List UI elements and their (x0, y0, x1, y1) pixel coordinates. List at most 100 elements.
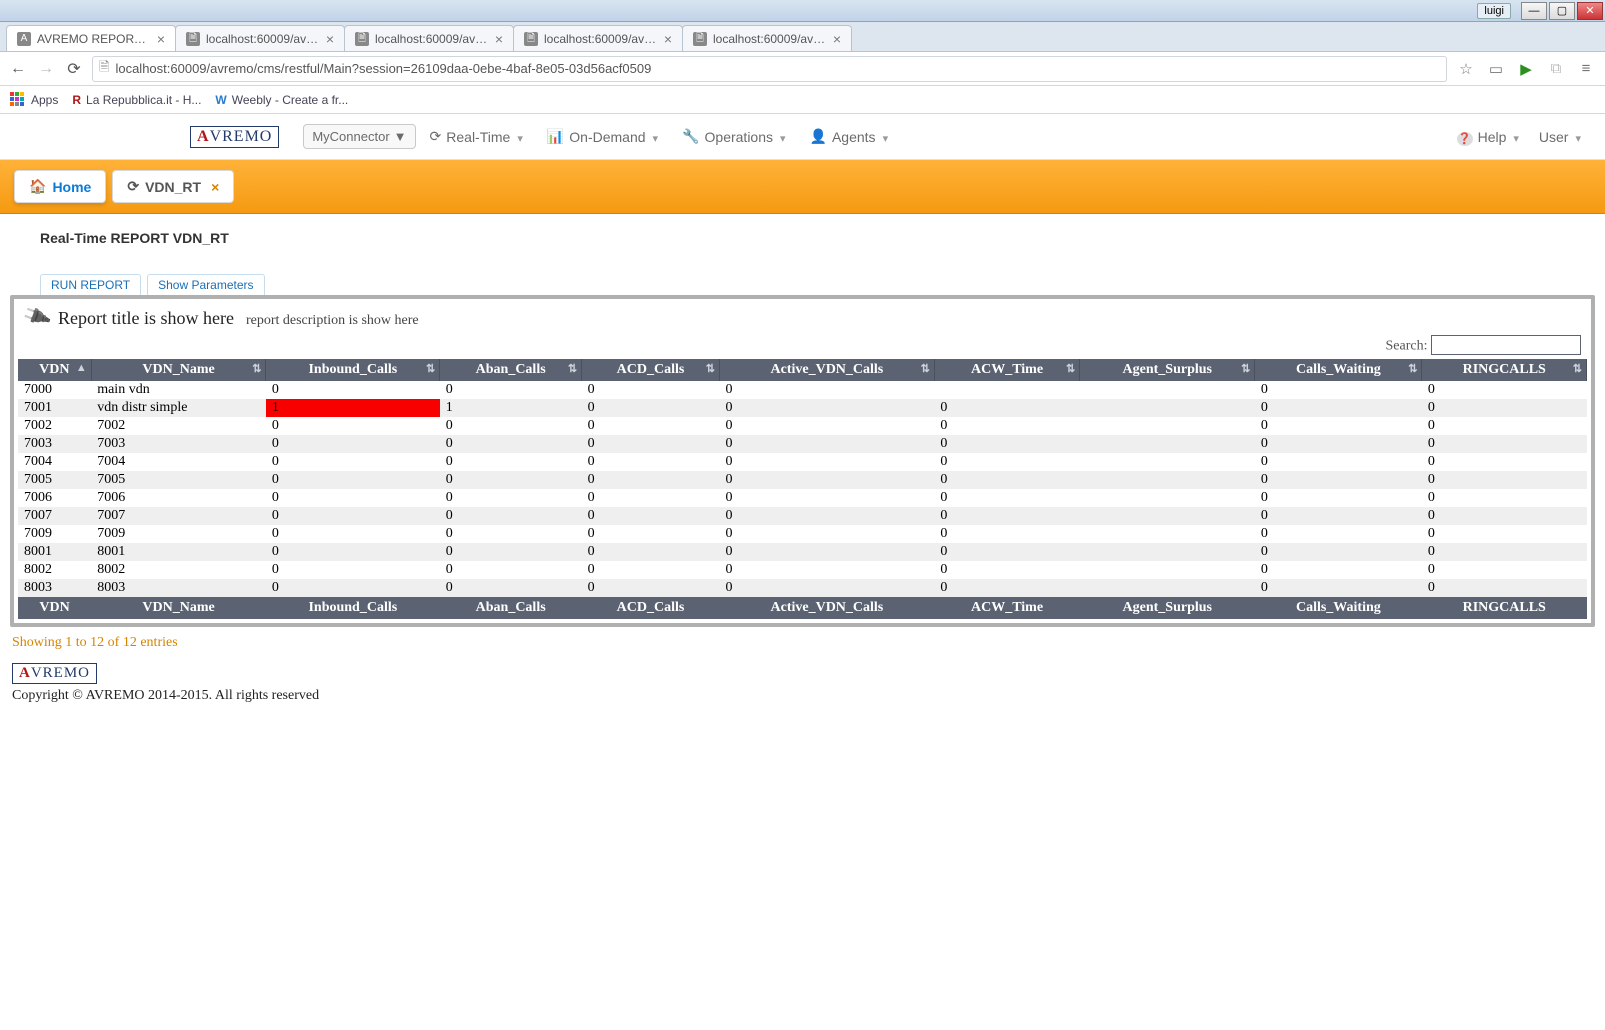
column-header[interactable]: Agent_Surplus (1080, 359, 1255, 381)
extension-icon[interactable]: ⧉ (1545, 60, 1567, 77)
table-row[interactable]: 800280020000000 (18, 561, 1587, 579)
window-close-button[interactable]: ✕ (1577, 2, 1603, 20)
table-cell (1080, 561, 1255, 579)
browser-tab[interactable]: 🗎localhost:60009/avremo/c× (513, 25, 683, 51)
bookmark-label: La Repubblica.it - H... (86, 93, 201, 107)
column-header[interactable]: ACD_Calls (582, 359, 720, 381)
column-header[interactable]: Calls_Waiting (1255, 359, 1422, 381)
bookmark-repubblica[interactable]: R La Repubblica.it - H... (72, 93, 201, 107)
nav-agents[interactable]: Agents (800, 122, 899, 151)
table-cell: 7000 (18, 381, 91, 399)
table-cell: 0 (582, 507, 720, 525)
browser-tab[interactable]: AAVREMO REPORT EXPLOR× (6, 25, 176, 51)
table-cell: 7001 (18, 399, 91, 417)
column-header[interactable]: Inbound_Calls (266, 359, 440, 381)
tab-close-icon[interactable]: × (326, 32, 334, 46)
show-parameters-button[interactable]: Show Parameters (147, 274, 264, 295)
tab-close-icon[interactable]: × (664, 32, 672, 46)
browser-tab[interactable]: 🗎localhost:60009/avremo/c× (344, 25, 514, 51)
column-header[interactable]: VDN (18, 359, 91, 381)
table-cell: 0 (719, 381, 934, 399)
table-cell: 0 (266, 381, 440, 399)
table-row[interactable]: 7000main vdn000000 (18, 381, 1587, 399)
report-title-text: Report title is show here (58, 308, 234, 329)
report-panel: 🔌 Report title is show here report descr… (10, 295, 1595, 627)
tab-favicon: 🗎 (693, 32, 707, 46)
table-cell: 0 (582, 471, 720, 489)
table-row[interactable]: 700670060000000 (18, 489, 1587, 507)
address-bar[interactable]: 🗎 localhost:60009/avremo/cms/restful/Mai… (92, 56, 1447, 82)
table-row[interactable]: 700470040000000 (18, 453, 1587, 471)
tab-vdn-rt[interactable]: VDN_RT × (112, 170, 234, 203)
column-header[interactable]: Aban_Calls (440, 359, 582, 381)
table-row[interactable]: 700770070000000 (18, 507, 1587, 525)
table-cell: 7007 (18, 507, 91, 525)
table-cell: 0 (266, 489, 440, 507)
extension-play-icon[interactable]: ▶ (1515, 60, 1537, 78)
nav-back-button[interactable]: ← (8, 60, 28, 78)
table-cell: 1 (440, 399, 582, 417)
table-cell: 0 (582, 543, 720, 561)
table-cell: 0 (1422, 381, 1587, 399)
table-cell: 7005 (18, 471, 91, 489)
nav-forward-button[interactable]: → (36, 60, 56, 78)
table-row[interactable]: 800180010000000 (18, 543, 1587, 561)
search-input[interactable] (1431, 335, 1581, 355)
table-cell: 0 (1422, 471, 1587, 489)
table-cell: 0 (582, 561, 720, 579)
table-cell: 7002 (18, 417, 91, 435)
table-cell: 0 (934, 525, 1079, 543)
table-cell: 0 (934, 489, 1079, 507)
browser-menu-icon[interactable]: ≡ (1575, 60, 1597, 77)
table-row[interactable]: 700570050000000 (18, 471, 1587, 489)
tab-title: AVREMO REPORT EXPLOR (37, 32, 151, 46)
table-row[interactable]: 7001vdn distr simple1100000 (18, 399, 1587, 417)
connector-dropdown[interactable]: MyConnector ▼ (303, 124, 415, 149)
table-cell: 0 (719, 507, 934, 525)
column-footer: RINGCALLS (1422, 597, 1587, 619)
caret-icon (881, 129, 889, 145)
nav-operations[interactable]: Operations (672, 122, 795, 151)
table-cell: 0 (440, 579, 582, 597)
table-cell: 0 (719, 471, 934, 489)
table-row[interactable]: 800380030000000 (18, 579, 1587, 597)
page-footer: AVREMO Copyright © AVREMO 2014-2015. All… (0, 655, 1605, 712)
page-tab-bar: Home VDN_RT × (0, 160, 1605, 214)
table-row[interactable]: 700270020000000 (18, 417, 1587, 435)
column-header[interactable]: Active_VDN_Calls (719, 359, 934, 381)
table-cell: 0 (1422, 507, 1587, 525)
nav-user[interactable]: User (1529, 123, 1591, 151)
browser-tab[interactable]: 🗎localhost:60009/avremo/c× (175, 25, 345, 51)
table-cell: 0 (719, 417, 934, 435)
column-header[interactable]: ACW_Time (934, 359, 1079, 381)
report-table: VDNVDN_NameInbound_CallsAban_CallsACD_Ca… (18, 359, 1587, 619)
run-report-button[interactable]: RUN REPORT (40, 274, 141, 295)
bookmark-weebly[interactable]: W Weebly - Create a fr... (215, 93, 348, 107)
tab-close-icon[interactable]: × (157, 32, 165, 46)
nav-help[interactable]: Help (1447, 123, 1529, 151)
table-row[interactable]: 700970090000000 (18, 525, 1587, 543)
table-row[interactable]: 700370030000000 (18, 435, 1587, 453)
column-header[interactable]: VDN_Name (91, 359, 266, 381)
table-cell: vdn distr simple (91, 399, 266, 417)
window-maximize-button[interactable]: ▢ (1549, 2, 1575, 20)
table-cell (1080, 381, 1255, 399)
table-cell (1080, 543, 1255, 561)
nav-realtime[interactable]: Real-Time (420, 122, 533, 151)
nav-reload-button[interactable]: ⟳ (64, 59, 84, 79)
table-cell: 8003 (18, 579, 91, 597)
page-viewport[interactable]: AVREMO MyConnector ▼ Real-Time 📊On-Deman… (0, 114, 1605, 1030)
browser-tab[interactable]: 🗎localhost:60009/avremo/c× (682, 25, 852, 51)
apps-shortcut[interactable]: Apps (10, 92, 58, 108)
tab-close-icon[interactable]: × (211, 179, 219, 195)
tab-close-icon[interactable]: × (495, 32, 503, 46)
tab-close-icon[interactable]: × (833, 32, 841, 46)
table-cell: 0 (440, 543, 582, 561)
nav-ondemand[interactable]: 📊On-Demand (537, 122, 668, 151)
column-header[interactable]: RINGCALLS (1422, 359, 1587, 381)
tab-home[interactable]: Home (14, 170, 106, 203)
device-icon[interactable]: ▭ (1485, 60, 1507, 78)
window-minimize-button[interactable]: — (1521, 2, 1547, 20)
home-icon (29, 178, 46, 195)
bookmark-star-icon[interactable]: ☆ (1455, 60, 1477, 78)
